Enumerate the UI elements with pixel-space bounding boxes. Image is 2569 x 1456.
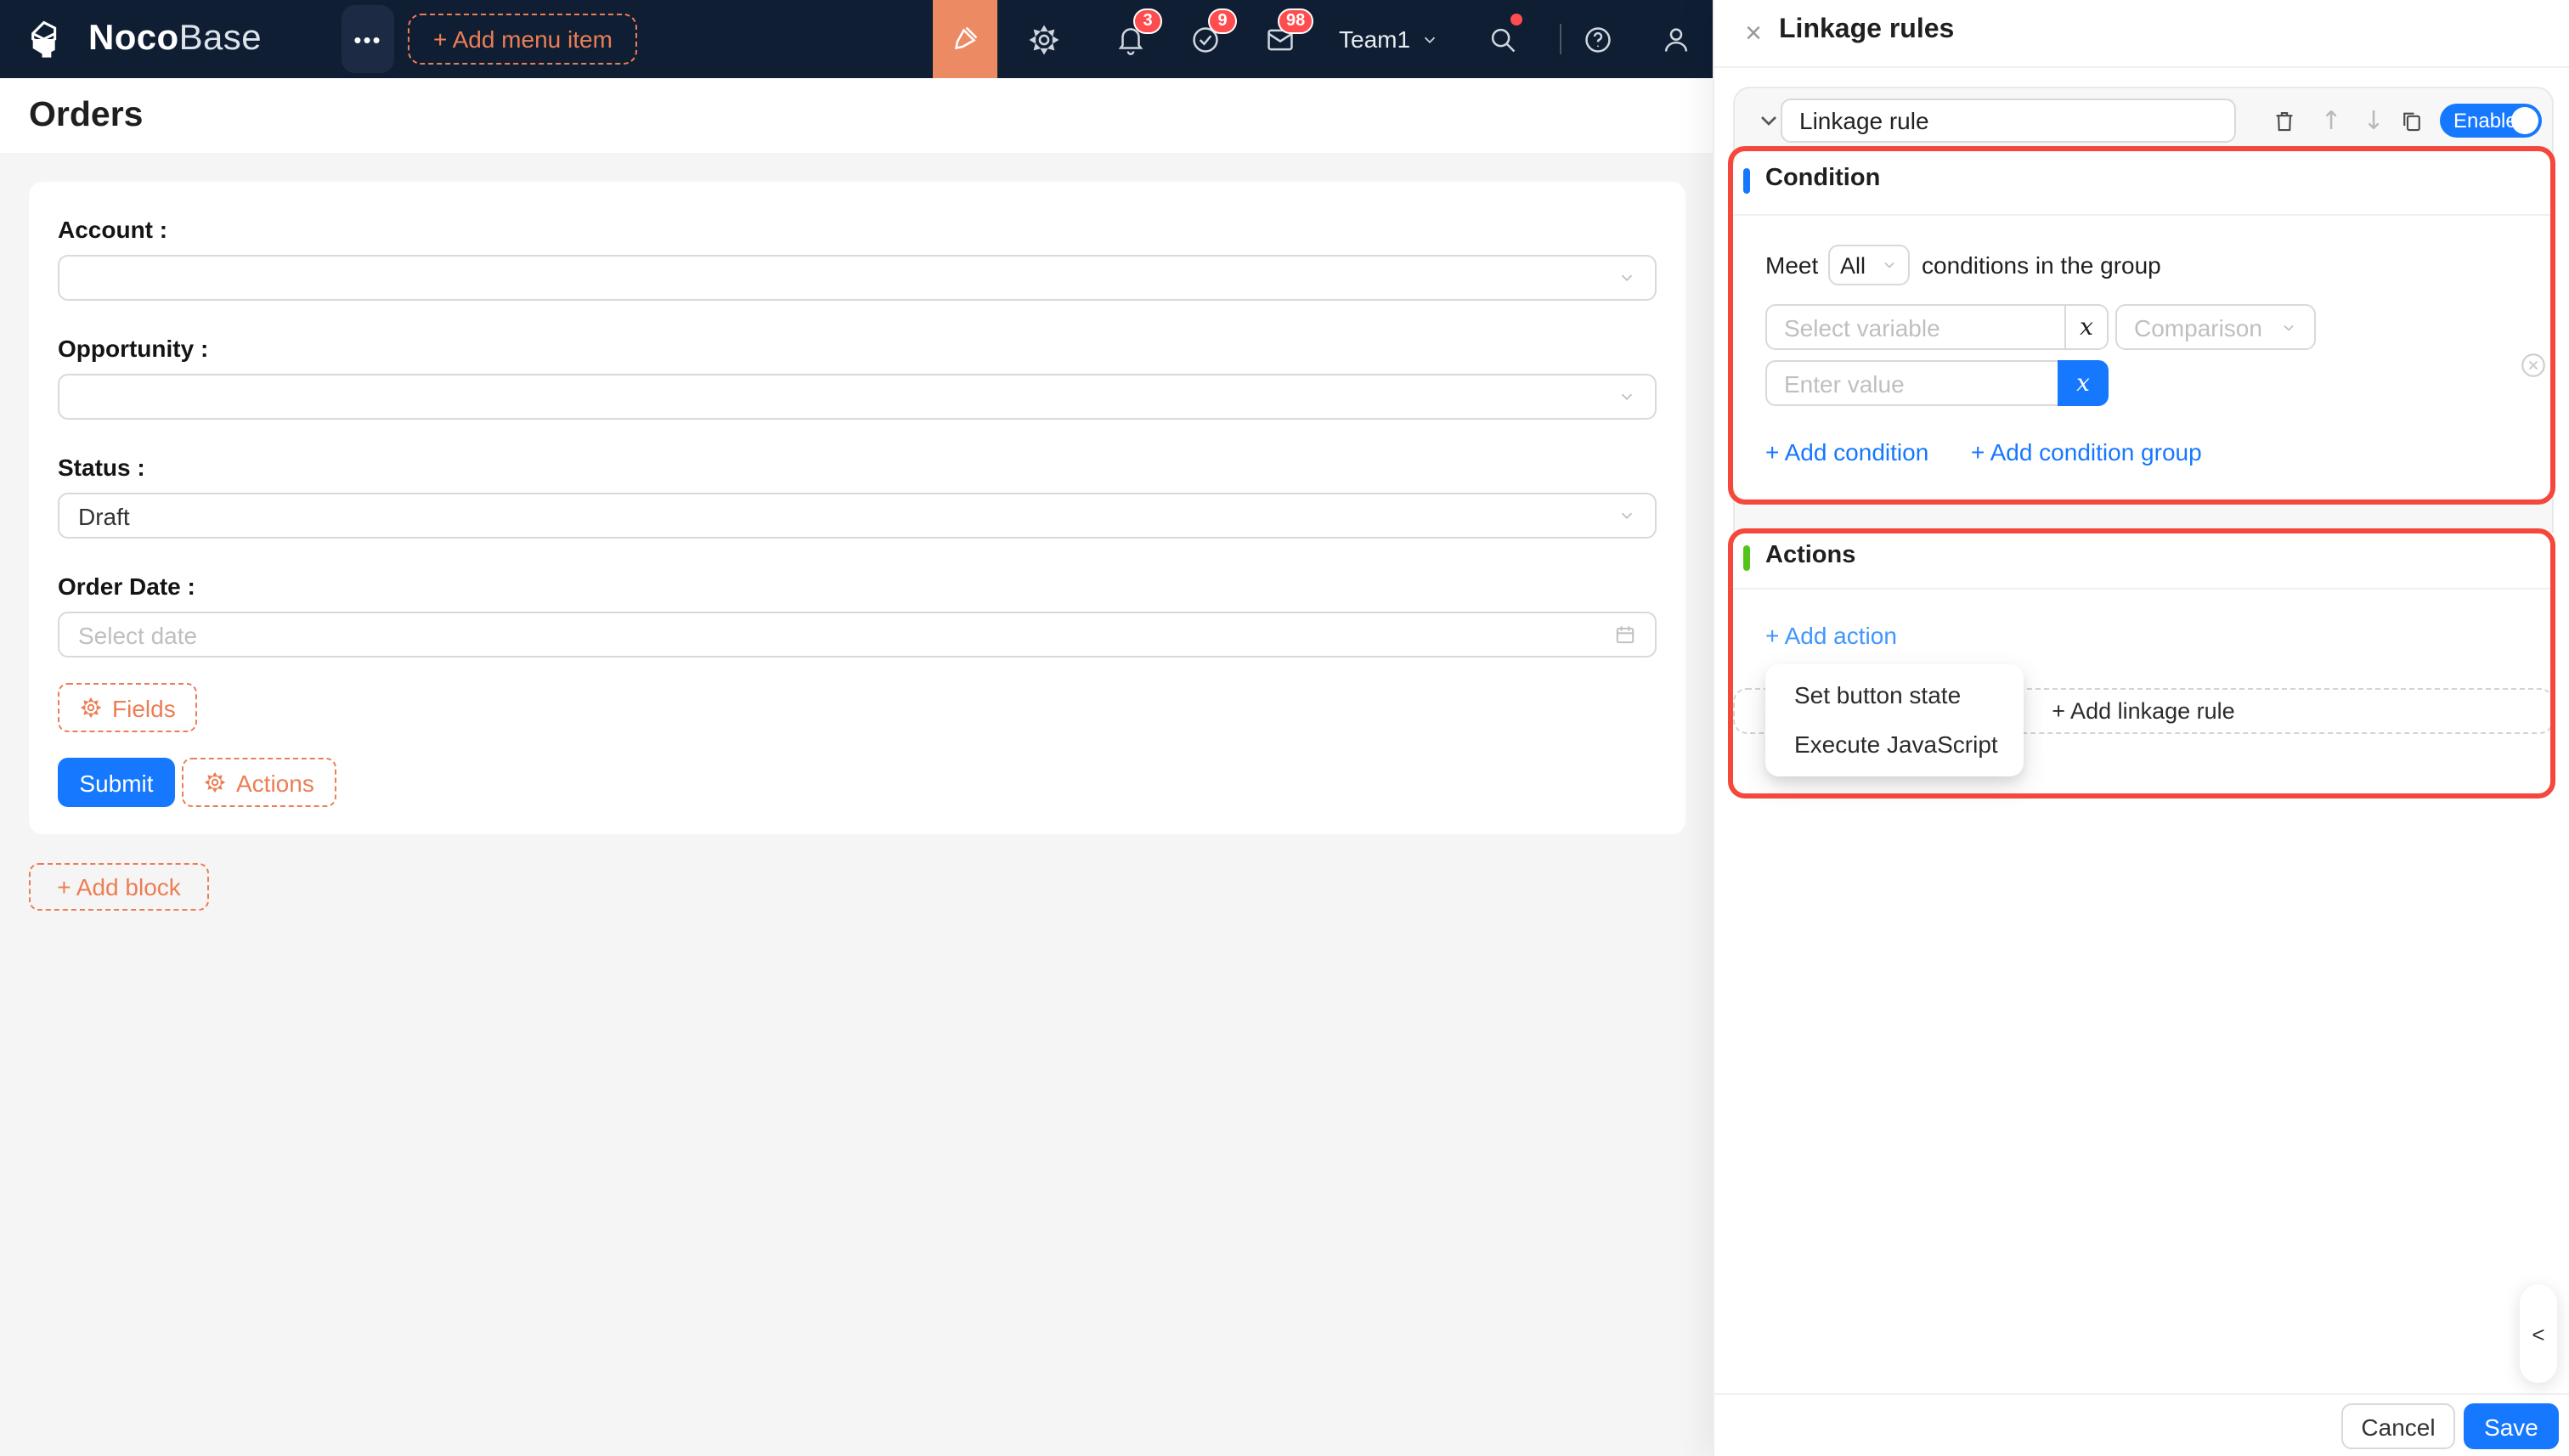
- move-down-icon[interactable]: ↓: [2358, 104, 2389, 138]
- select-variable-input[interactable]: Select variable: [1765, 304, 2064, 350]
- field-label-order-date: Order Date :: [58, 573, 195, 600]
- meet-label: Meet: [1765, 251, 1819, 279]
- cancel-button[interactable]: Cancel: [2341, 1403, 2455, 1449]
- order-date-picker[interactable]: Select date: [58, 612, 1657, 657]
- user-profile-icon[interactable]: [1652, 0, 1699, 78]
- calendar-icon: [1616, 626, 1635, 644]
- menu-more-button[interactable]: •••: [342, 5, 394, 73]
- add-block-button[interactable]: + Add block: [29, 863, 209, 911]
- field-label-status: Status :: [58, 454, 145, 481]
- linkage-rules-drawer: × Linkage rules ↑ ↓ Enable: [1713, 0, 2569, 1456]
- drawer-footer: Cancel Save: [1714, 1393, 2569, 1456]
- add-menu-item-button[interactable]: + Add menu item: [408, 14, 638, 65]
- remove-condition-icon[interactable]: [2518, 350, 2549, 381]
- actions-accent-bar: [1743, 545, 1750, 571]
- add-action-link[interactable]: + Add action: [1765, 622, 1897, 649]
- add-action-menu: Set button state Execute JavaScript: [1765, 664, 2024, 776]
- meet-all-select[interactable]: All: [1828, 245, 1910, 285]
- help-icon[interactable]: [1573, 0, 1621, 78]
- enter-value-input[interactable]: Enter value: [1765, 360, 2058, 406]
- condition-accent-bar: [1743, 168, 1750, 194]
- app-window: Noco Base ••• + Add menu item 3 9 98 Tea…: [0, 0, 2569, 1456]
- messages-badge: 98: [1278, 8, 1314, 34]
- rule-name-input[interactable]: [1781, 99, 2236, 143]
- notifications-badge: 3: [1133, 8, 1162, 34]
- menu-item-set-button-state[interactable]: Set button state: [1765, 671, 2024, 720]
- toggle-knob: [2511, 107, 2538, 134]
- tasks-badge: 9: [1208, 8, 1237, 34]
- brand-base: Base: [178, 19, 262, 58]
- close-icon[interactable]: ×: [1738, 15, 1769, 53]
- drawer-header: × Linkage rules: [1714, 0, 2569, 68]
- move-up-icon[interactable]: ↑: [2316, 104, 2346, 138]
- drawer-title: Linkage rules: [1779, 15, 1955, 44]
- chevron-down-icon: [1621, 393, 1633, 401]
- team-switcher[interactable]: Team1: [1339, 0, 1439, 78]
- header-divider: [1560, 24, 1561, 54]
- gear-icon: [80, 697, 102, 719]
- actions-title: Actions: [1765, 542, 1856, 569]
- fields-designer-button[interactable]: Fields: [58, 683, 198, 732]
- actions-section: Actions + Add action: [1733, 533, 2554, 668]
- chevron-down-icon: [1621, 274, 1633, 282]
- status-select[interactable]: Draft: [58, 493, 1657, 539]
- add-condition-link[interactable]: + Add condition: [1765, 438, 1928, 466]
- chevron-down-icon: [1424, 36, 1436, 43]
- brand-text: Noco Base: [88, 0, 262, 78]
- enable-toggle-label: Enable: [2453, 109, 2517, 133]
- account-select[interactable]: [58, 255, 1657, 301]
- chevron-down-icon: [1884, 262, 1894, 268]
- condition-title: Condition: [1765, 165, 1881, 192]
- delete-rule-trash-icon[interactable]: [2268, 104, 2299, 138]
- drawer-collapse-handle[interactable]: <: [2520, 1284, 2557, 1383]
- highlighter-pen-icon: [954, 26, 978, 50]
- opportunity-select[interactable]: [58, 374, 1657, 420]
- enable-toggle[interactable]: Enable: [2440, 104, 2542, 138]
- settings-gear-icon[interactable]: [1019, 0, 1067, 78]
- section-divider: [1733, 588, 2554, 590]
- condition-section: Condition Meet All conditions in the gro…: [1733, 151, 2554, 499]
- gear-icon: [204, 771, 226, 793]
- search-notification-dot: [1510, 14, 1522, 25]
- submit-button[interactable]: Submit: [58, 758, 175, 807]
- duplicate-rule-copy-icon[interactable]: [2396, 104, 2426, 138]
- value-x-button-active[interactable]: x: [2058, 360, 2109, 406]
- team-label: Team1: [1339, 25, 1411, 53]
- search-icon[interactable]: [1478, 0, 1526, 78]
- menu-item-execute-javascript[interactable]: Execute JavaScript: [1765, 720, 2024, 770]
- meet-suffix-label: conditions in the group: [1922, 251, 2161, 279]
- comparison-select[interactable]: Comparison: [2115, 304, 2316, 350]
- page-title-bar: Orders: [0, 78, 1713, 153]
- collapse-chevron-down-icon[interactable]: [1755, 107, 1782, 134]
- variable-x-button[interactable]: x: [2064, 304, 2109, 350]
- chevron-left-icon: <: [2532, 1321, 2545, 1346]
- brand-noco: Noco: [88, 19, 179, 58]
- section-divider: [1733, 214, 2554, 216]
- add-condition-group-link[interactable]: + Add condition group: [1971, 438, 2202, 466]
- ui-editor-button[interactable]: [933, 0, 997, 78]
- field-label-account: Account :: [58, 216, 168, 243]
- main-content: Orders Account : Opportunity : Status : …: [0, 78, 1713, 1456]
- chevron-down-icon: [2284, 324, 2294, 330]
- save-button[interactable]: Save: [2464, 1403, 2559, 1449]
- actions-designer-button[interactable]: Actions: [182, 758, 336, 807]
- nocobase-logo-icon[interactable]: [25, 17, 70, 61]
- page-title: Orders: [29, 95, 144, 134]
- field-label-opportunity: Opportunity :: [58, 335, 209, 362]
- more-icon: •••: [353, 26, 382, 52]
- orders-form-block: Account : Opportunity : Status : Draft O…: [29, 182, 1685, 834]
- chevron-down-icon: [1621, 512, 1633, 520]
